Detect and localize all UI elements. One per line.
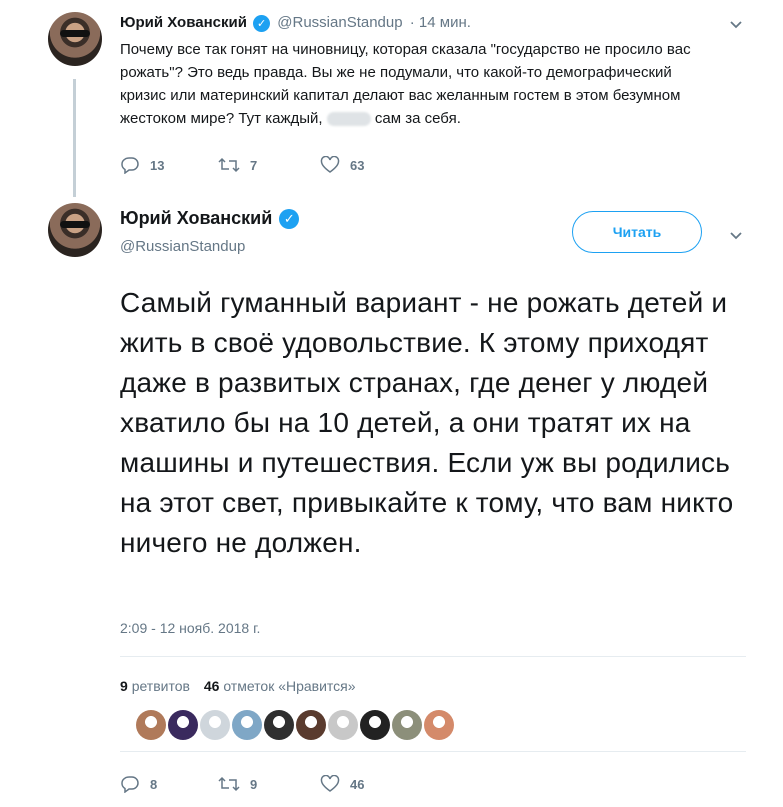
likers-avatars [136, 710, 466, 740]
like-button[interactable]: 63 [320, 156, 364, 174]
liker-avatar-5[interactable] [264, 710, 294, 740]
liker-avatar-8[interactable] [360, 710, 390, 740]
like-stat-label: отметок «Нравится» [223, 678, 356, 694]
author-handle[interactable]: @RussianStandup [120, 238, 520, 255]
sunglasses-shape [59, 220, 91, 229]
retweet-count: 9 [250, 776, 258, 792]
avatar[interactable] [48, 203, 102, 257]
tweet2-text: Самый гуманный вариант - не рожать детей… [120, 287, 734, 558]
tweet2-author: Юрий Хованский ✓ @RussianStandup [120, 208, 520, 255]
retweet-button[interactable]: 9 [218, 775, 320, 793]
like-count: 46 [350, 776, 365, 792]
reply-count: 13 [150, 157, 165, 173]
liker-avatar-6[interactable] [296, 710, 326, 740]
retweet-count: 7 [250, 157, 258, 173]
liker-avatar-9[interactable] [392, 710, 422, 740]
retweet-stat-count: 9 [120, 678, 128, 694]
reply-icon [121, 776, 139, 793]
liker-avatar-4[interactable] [232, 710, 262, 740]
like-stat[interactable]: 46 отметок «Нравится» [204, 678, 356, 694]
liker-avatar-1[interactable] [136, 710, 166, 740]
reply-button[interactable]: 13 [120, 156, 218, 174]
heart-icon [320, 775, 340, 792]
chevron-down-icon[interactable] [726, 225, 746, 245]
thread-line [73, 79, 76, 197]
tweet1-actions: 13 7 63 [120, 153, 364, 177]
divider [120, 656, 746, 657]
avatar[interactable] [48, 12, 102, 66]
reply-count: 8 [150, 776, 158, 792]
liker-avatar-3[interactable] [200, 710, 230, 740]
heart-icon [320, 156, 340, 173]
liker-avatar-10[interactable] [424, 710, 454, 740]
like-count: 63 [350, 157, 365, 173]
retweet-icon [218, 157, 240, 173]
author-name[interactable]: Юрий Хованский [120, 208, 272, 228]
chevron-down-icon[interactable] [726, 14, 746, 34]
reply-icon [121, 157, 139, 174]
sunglasses-shape [59, 29, 91, 38]
tweet2-actions: 8 9 46 [120, 772, 364, 796]
tweet1-header: Юрий Хованский ✓ @RussianStandup · 14 ми… [120, 14, 740, 36]
tweet1-text-part2: сам за себя. [374, 110, 461, 127]
retweet-stat[interactable]: 9 ретвитов [120, 678, 194, 694]
like-button[interactable]: 46 [320, 775, 364, 793]
reply-button[interactable]: 8 [120, 775, 218, 793]
divider [120, 751, 746, 752]
tweet-stats: 9 ретвитов 46 отметок «Нравится» [120, 678, 356, 694]
retweet-icon [218, 776, 240, 792]
retweet-button[interactable]: 7 [218, 156, 320, 174]
censor-blur [326, 112, 371, 127]
tweet-time[interactable]: · 14 мин. [410, 14, 471, 31]
liker-avatar-7[interactable] [328, 710, 358, 740]
follow-button[interactable]: Читать [572, 211, 702, 253]
author-name[interactable]: Юрий Хованский [120, 14, 247, 31]
tweet1-text: Почему все так гонят на чиновницу, котор… [120, 38, 720, 130]
tweet-timestamp[interactable]: 2:09 - 12 нояб. 2018 г. [120, 620, 260, 636]
verified-icon: ✓ [279, 209, 300, 230]
like-stat-count: 46 [203, 678, 220, 694]
verified-icon: ✓ [253, 14, 271, 32]
liker-avatar-2[interactable] [168, 710, 198, 740]
author-handle[interactable]: @RussianStandup [277, 14, 402, 31]
retweet-stat-label: ретвитов [131, 678, 190, 694]
